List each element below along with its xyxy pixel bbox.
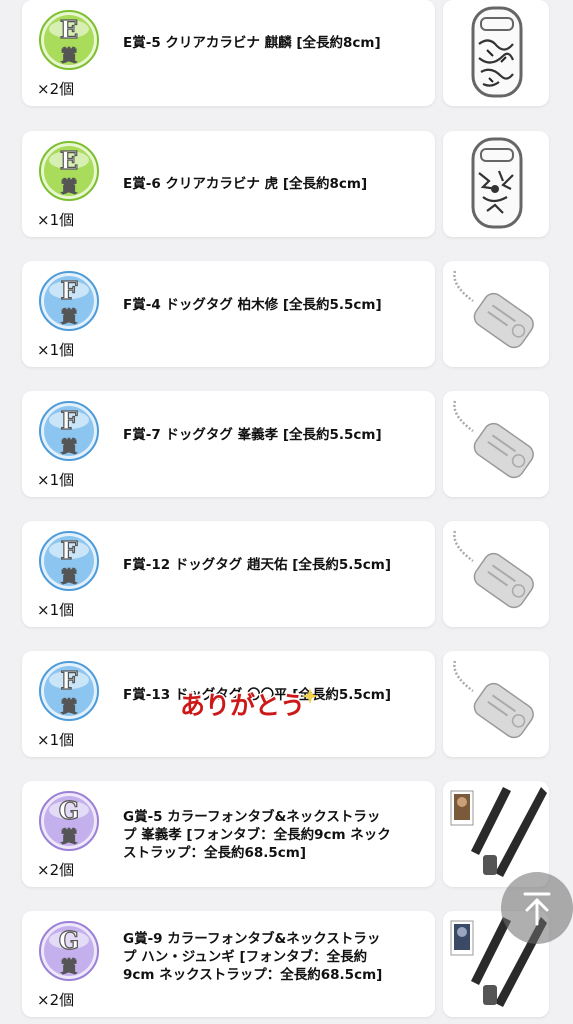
svg-text:賞: 賞 — [61, 177, 77, 196]
dog-tag-image — [453, 400, 534, 479]
svg-text:賞: 賞 — [61, 697, 77, 716]
svg-text:F: F — [60, 276, 77, 305]
prize-thumbnail[interactable] — [443, 521, 549, 627]
list-item[interactable]: G 賞 ×2個 G賞-5 カラーフォンタブ&ネックストラップ 峯義孝 [フォンタ… — [0, 781, 573, 889]
svg-text:賞: 賞 — [61, 46, 77, 65]
prize-name: F賞-7 ドッグタグ 峯義孝 [全長約5.5cm] — [123, 427, 382, 443]
list-item[interactable]: F 賞 ×1個 F賞-4 ドッグタグ 柏木修 [全長約5.5cm] — [0, 261, 573, 369]
prize-name: G賞-5 カラーフォンタブ&ネックストラップ 峯義孝 [フォンタブ：全長約9cm… — [123, 809, 391, 861]
svg-text:賞: 賞 — [61, 567, 77, 586]
prize-name: E賞-6 クリアカラビナ 虎 [全長約8cm] — [123, 176, 368, 192]
list-item[interactable]: E 賞 ×1個 E賞-6 クリアカラビナ 虎 [全長約8cm] — [0, 131, 573, 239]
prize-thumbnail[interactable] — [443, 0, 549, 106]
prize-name: F賞-12 ドッグタグ 趙天佑 [全長約5.5cm] — [123, 557, 392, 573]
grade-f-badge-icon: F 賞 — [39, 661, 99, 721]
prize-thumbnail[interactable] — [443, 131, 549, 237]
list-item[interactable]: F 賞 ×1個 F賞-12 ドッグタグ 趙天佑 [全長約5.5cm] — [0, 521, 573, 629]
prize-thumbnail[interactable] — [443, 391, 549, 497]
svg-text:F: F — [60, 666, 77, 695]
svg-text:賞: 賞 — [61, 827, 77, 846]
grade-e-badge-icon: E 賞 — [39, 10, 99, 70]
prize-card[interactable]: G 賞 ×2個 G賞-9 カラーフォンタブ&ネックストラップ ハン・ジュンギ [… — [22, 911, 435, 1017]
svg-text:賞: 賞 — [61, 957, 77, 976]
prize-thumbnail[interactable] — [443, 651, 549, 757]
grade-f-badge-icon: F 賞 — [39, 271, 99, 331]
grade-e-badge-icon: E 賞 — [39, 141, 99, 201]
quantity-label: ×1個 — [37, 601, 75, 619]
grade-f-badge-icon: F 賞 — [39, 401, 99, 461]
svg-text:賞: 賞 — [61, 307, 77, 326]
prize-name: F賞-4 ドッグタグ 柏木修 [全長約5.5cm] — [123, 297, 382, 313]
dog-tag-image — [453, 660, 534, 739]
list-item[interactable]: E 賞 ×2個 E賞-5 クリアカラビナ 麒麟 [全長約8cm] — [0, 0, 573, 108]
grade-f-badge-icon: F 賞 — [39, 531, 99, 591]
prize-card[interactable]: F 賞 ×1個 F賞-12 ドッグタグ 趙天佑 [全長約5.5cm] — [22, 521, 435, 627]
prize-thumbnail[interactable] — [443, 261, 549, 367]
quantity-label: ×2個 — [37, 80, 75, 98]
thanks-sticker: ありがとう — [178, 682, 318, 722]
arrow-up-to-top-icon — [523, 892, 551, 926]
scroll-to-top-button[interactable] — [501, 872, 573, 944]
grade-g-badge-icon: G 賞 — [39, 921, 99, 981]
prize-name: E賞-5 クリアカラビナ 麒麟 [全長約8cm] — [123, 35, 381, 51]
grade-g-badge-icon: G 賞 — [39, 791, 99, 851]
quantity-label: ×1個 — [37, 211, 75, 229]
quantity-label: ×2個 — [37, 991, 75, 1009]
prize-card[interactable]: E 賞 ×1個 E賞-6 クリアカラビナ 虎 [全長約8cm] — [22, 131, 435, 237]
svg-text:賞: 賞 — [61, 437, 77, 456]
dog-tag-image — [453, 270, 534, 349]
quantity-label: ×2個 — [37, 861, 75, 879]
svg-text:G: G — [59, 926, 80, 955]
prize-name: G賞-9 カラーフォンタブ&ネックストラップ ハン・ジュンギ [フォンタブ：全長… — [123, 931, 383, 983]
quantity-label: ×1個 — [37, 341, 75, 359]
list-item[interactable]: G 賞 ×2個 G賞-9 カラーフォンタブ&ネックストラップ ハン・ジュンギ [… — [0, 911, 573, 1019]
svg-text:ありがとう: ありがとう — [180, 691, 305, 720]
clear-carabiner-kirin-image — [471, 6, 523, 98]
svg-text:F: F — [60, 406, 77, 435]
prize-card[interactable]: G 賞 ×2個 G賞-5 カラーフォンタブ&ネックストラップ 峯義孝 [フォンタ… — [22, 781, 435, 887]
prize-card[interactable]: F 賞 ×1個 F賞-7 ドッグタグ 峯義孝 [全長約5.5cm] — [22, 391, 435, 497]
quantity-label: ×1個 — [37, 731, 75, 749]
svg-text:G: G — [59, 796, 80, 825]
prize-card[interactable]: F 賞 ×1個 F賞-4 ドッグタグ 柏木修 [全長約5.5cm] — [22, 261, 435, 367]
dog-tag-image — [453, 530, 534, 609]
clear-carabiner-tiger-image — [471, 137, 523, 229]
list-item[interactable]: F 賞 ×1個 F賞-7 ドッグタグ 峯義孝 [全長約5.5cm] — [0, 391, 573, 499]
prize-card[interactable]: E 賞 ×2個 E賞-5 クリアカラビナ 麒麟 [全長約8cm] — [22, 0, 435, 106]
svg-text:F: F — [60, 536, 77, 565]
svg-text:E: E — [60, 146, 78, 175]
quantity-label: ×1個 — [37, 471, 75, 489]
svg-text:E: E — [60, 15, 78, 44]
